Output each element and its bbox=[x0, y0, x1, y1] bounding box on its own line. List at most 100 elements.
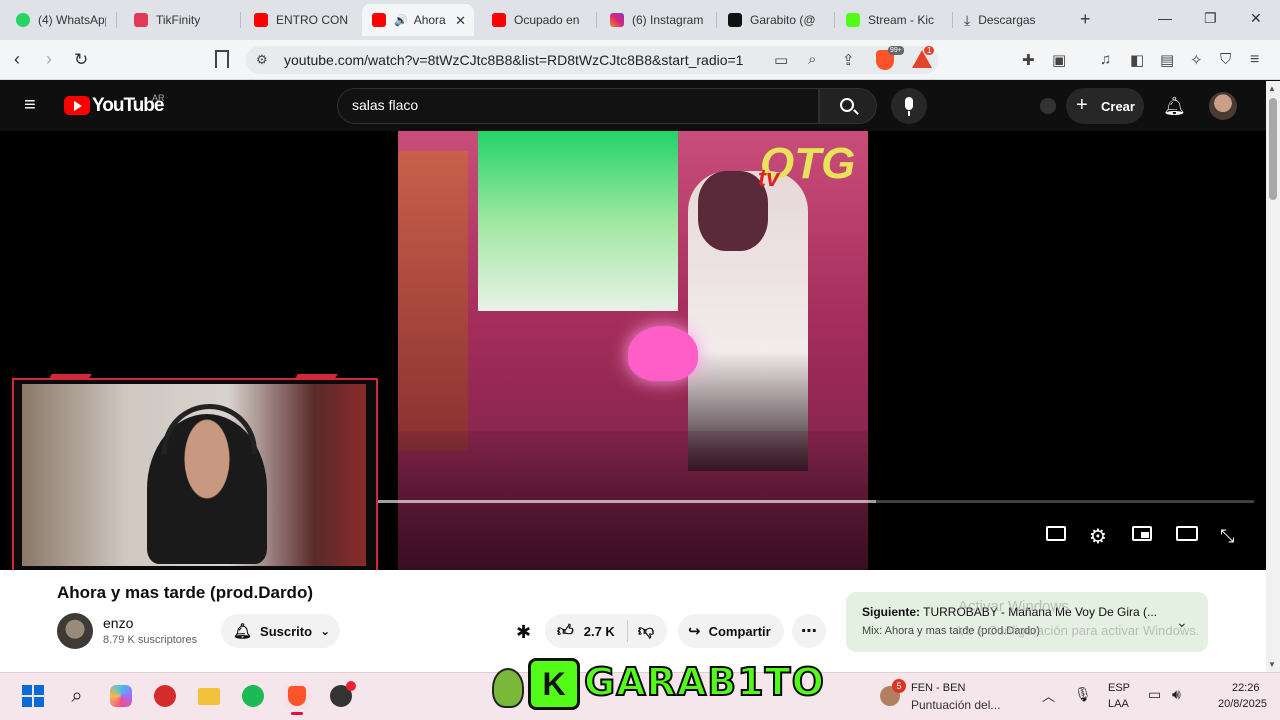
share-button[interactable]: ↪ Compartir bbox=[678, 614, 784, 648]
like-count[interactable]: 2.7 K bbox=[584, 624, 615, 639]
cast-icon[interactable]: ▭ bbox=[774, 51, 788, 69]
tab-label: ENTRO CON bbox=[276, 13, 348, 27]
youtube-logo-icon[interactable] bbox=[64, 96, 90, 115]
maximize-button[interactable]: ❐ bbox=[1204, 10, 1217, 27]
ai-sparkle-icon[interactable]: ✱ bbox=[516, 622, 531, 643]
vpn-icon[interactable]: ⛉ bbox=[1220, 51, 1231, 68]
create-button[interactable]: + Crear bbox=[1066, 88, 1144, 124]
garabito-kick-logo: K bbox=[528, 658, 580, 710]
url-text[interactable]: youtube.com/watch?v=8tWzCJtc8B8&list=RD8… bbox=[284, 52, 743, 68]
reader-icon[interactable]: ▣ bbox=[1052, 51, 1066, 69]
bell-icon: 🔔︎ bbox=[233, 623, 253, 640]
scroll-up-icon[interactable]: ▲ bbox=[1268, 84, 1276, 93]
tab-descargas[interactable]: ⤓ Descargas bbox=[954, 4, 1066, 36]
extensions-icon[interactable]: ✚ bbox=[1022, 51, 1035, 69]
tiktok-icon bbox=[728, 13, 742, 27]
tab-instagram[interactable]: (6) Instagram bbox=[600, 4, 712, 36]
brave-browser-icon[interactable] bbox=[284, 683, 310, 709]
site-settings-icon[interactable]: ⚙ bbox=[256, 52, 268, 68]
mascot-icon bbox=[492, 668, 524, 708]
network-icon[interactable]: ▭ bbox=[1148, 686, 1161, 703]
close-tab-icon[interactable]: ✕ bbox=[455, 13, 466, 29]
file-explorer-icon[interactable] bbox=[196, 683, 222, 709]
tab-label: Stream - Kic bbox=[868, 13, 935, 27]
more-actions-button[interactable]: ⋯ bbox=[792, 614, 826, 648]
tab-youtube-ocupado[interactable]: Ocupado en bbox=[482, 4, 592, 36]
volume-icon[interactable]: 🔊︎ bbox=[1172, 686, 1181, 703]
bookmark-icon[interactable] bbox=[215, 50, 229, 68]
webcam-frame-accent bbox=[294, 374, 338, 380]
search-icon[interactable]: ⌕ bbox=[64, 683, 90, 709]
notifications-bell-icon[interactable]: 🔔︎ bbox=[1163, 96, 1186, 117]
fullscreen-icon[interactable]: ⤡ bbox=[1220, 526, 1234, 547]
tab-separator bbox=[240, 12, 241, 28]
keyboard-layout-indicator[interactable]: LAA bbox=[1108, 698, 1129, 710]
tab-label: Ocupado en bbox=[514, 13, 580, 27]
windows-start-icon[interactable] bbox=[20, 683, 46, 709]
settings-gear-icon[interactable]: ⚙ bbox=[1089, 524, 1107, 549]
wallet-icon[interactable]: ▤ bbox=[1160, 51, 1174, 69]
like-icon[interactable]: 👍︎ bbox=[557, 622, 574, 641]
channel-name[interactable]: enzo bbox=[103, 615, 133, 631]
kick-icon bbox=[846, 13, 860, 27]
close-window-button[interactable]: ✕ bbox=[1250, 10, 1262, 27]
miniplayer-icon[interactable] bbox=[1132, 526, 1152, 541]
scroll-down-icon[interactable]: ▼ bbox=[1268, 660, 1276, 669]
voice-search-button[interactable] bbox=[891, 88, 927, 124]
user-avatar[interactable] bbox=[1209, 92, 1237, 120]
dislike-icon[interactable]: 👎︎ bbox=[638, 622, 654, 641]
video-frame[interactable]: OTG tv bbox=[398, 131, 868, 570]
tray-chevron-up-icon[interactable]: ︿ bbox=[1042, 686, 1055, 705]
reload-icon[interactable]: ↻ bbox=[74, 50, 88, 70]
microphone-icon[interactable]: 🎙︎ bbox=[1074, 686, 1092, 703]
cast-icon[interactable] bbox=[1040, 98, 1056, 114]
clock-time[interactable]: 22:26 bbox=[1232, 682, 1260, 694]
more-dots-icon: ⋯ bbox=[801, 623, 817, 640]
youtube-icon bbox=[254, 13, 268, 27]
menu-icon[interactable]: ≡ bbox=[1250, 51, 1259, 69]
active-app-indicator bbox=[291, 712, 303, 715]
app-red-icon[interactable] bbox=[152, 683, 178, 709]
media-icon[interactable]: ♫ bbox=[1100, 51, 1111, 68]
copilot-icon[interactable] bbox=[108, 683, 134, 709]
spotify-icon[interactable] bbox=[240, 683, 266, 709]
subscribed-button[interactable]: 🔔︎ Suscrito ⌄ bbox=[221, 614, 340, 648]
speaker-icon[interactable]: 🔊 bbox=[394, 14, 408, 27]
new-tab-button[interactable]: + bbox=[1080, 9, 1091, 30]
video-heart bbox=[628, 326, 698, 381]
scrollbar-thumb[interactable] bbox=[1269, 98, 1277, 200]
widget-title[interactable]: FEN - BEN bbox=[911, 682, 965, 694]
share-icon[interactable]: ⇪ bbox=[842, 51, 855, 69]
share-label: Compartir bbox=[708, 623, 771, 639]
tab-kick-stream[interactable]: Stream - Kic bbox=[836, 4, 948, 36]
download-icon: ⤓ bbox=[964, 11, 971, 28]
region-code: AR bbox=[152, 93, 165, 103]
tab-label: Ahora bbox=[413, 13, 446, 27]
windows-activation-watermark: Activar Windows bbox=[958, 598, 1069, 615]
tab-tikfinity[interactable]: TikFinity bbox=[124, 4, 234, 36]
forward-icon[interactable]: › bbox=[46, 49, 52, 70]
tab-separator bbox=[596, 12, 597, 28]
tab-youtube-entro-con[interactable]: ENTRO CON bbox=[244, 4, 354, 36]
clock-date[interactable]: 20/8/2025 bbox=[1218, 698, 1267, 710]
search-query-text: salas flaco bbox=[352, 97, 419, 113]
tab-separator bbox=[116, 12, 117, 28]
hamburger-menu-icon[interactable]: ≡ bbox=[24, 95, 36, 115]
back-icon[interactable]: ‹ bbox=[14, 49, 20, 70]
subtitles-icon[interactable] bbox=[1046, 526, 1066, 541]
tab-whatsapp[interactable]: (4) WhatsApp bbox=[6, 4, 106, 36]
sidebar-icon[interactable]: ◧ bbox=[1130, 51, 1144, 69]
minimize-button[interactable]: — bbox=[1158, 10, 1172, 26]
widget-subtitle[interactable]: Puntuación del... bbox=[911, 698, 1000, 712]
youtube-icon bbox=[492, 13, 506, 27]
leo-ai-icon[interactable]: ✧ bbox=[1190, 51, 1203, 69]
channel-avatar[interactable] bbox=[57, 613, 93, 649]
divider bbox=[626, 620, 628, 642]
obs-icon[interactable] bbox=[328, 681, 356, 709]
language-indicator[interactable]: ESP bbox=[1108, 682, 1130, 694]
tab-youtube-ahora-active[interactable]: 🔊 Ahora ✕ bbox=[362, 4, 474, 36]
tab-tiktok-garabito[interactable]: Garabito (@ bbox=[718, 4, 830, 36]
search-button[interactable] bbox=[819, 88, 877, 124]
zoom-icon[interactable]: ⌕ bbox=[808, 51, 816, 68]
theater-mode-icon[interactable] bbox=[1176, 526, 1198, 541]
